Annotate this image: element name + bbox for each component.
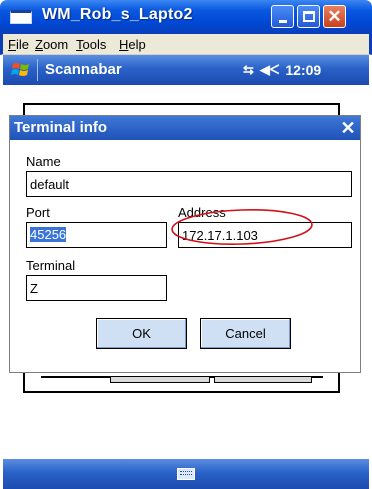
status-area: ⇆ ◀ᐸ 12:09 [243, 62, 321, 78]
device-screen: Scannabar ⇆ ◀ᐸ 12:09 Terminal info ✕ Nam… [3, 55, 369, 489]
terminal-label: Terminal [26, 258, 76, 273]
ok-button[interactable]: OK [96, 318, 187, 349]
close-icon: ✕ [340, 118, 356, 138]
window-title: WM_Rob_s_Lapto2 [42, 6, 193, 23]
clock[interactable]: 12:09 [285, 62, 321, 78]
device-soft-key-bar [3, 459, 369, 489]
keyboard-icon[interactable] [177, 468, 195, 480]
minimize-icon [278, 19, 287, 23]
maximize-icon [302, 11, 315, 22]
address-field[interactable] [178, 222, 352, 248]
name-field[interactable] [26, 171, 352, 197]
minimize-button[interactable] [271, 5, 294, 28]
close-icon: ✕ [327, 7, 342, 26]
window-title-bar: WM_Rob_s_Lapto2 ✕ [0, 0, 372, 34]
menu-tools[interactable]: Tools [76, 37, 106, 52]
windows-flag-icon[interactable] [11, 61, 31, 79]
app-title: Scannabar [45, 61, 122, 78]
port-value: 45256 [30, 227, 67, 242]
address-label: Address [178, 205, 226, 220]
maximize-button[interactable] [297, 5, 320, 28]
dialog-close-button[interactable]: ✕ [338, 118, 358, 138]
port-label: Port [26, 205, 50, 220]
dialog-title-bar: Terminal info ✕ [10, 116, 360, 140]
menu-zoom[interactable]: Zoom [35, 37, 68, 52]
terminal-field[interactable] [26, 275, 167, 301]
connectivity-icon[interactable]: ⇆ [243, 62, 254, 78]
terminal-info-dialog: Terminal info ✕ Name Port 45256 Address … [9, 115, 361, 373]
device-taskbar: Scannabar ⇆ ◀ᐸ 12:09 [3, 55, 369, 85]
window-close-button[interactable]: ✕ [323, 5, 346, 28]
cancel-button[interactable]: Cancel [200, 318, 291, 349]
menu-help[interactable]: Help [119, 37, 146, 52]
background-tab-left [110, 377, 210, 383]
dialog-title: Terminal info [14, 119, 108, 136]
background-tab-right [214, 377, 312, 383]
menu-file[interactable]: File [8, 37, 29, 52]
window-icon [10, 10, 32, 24]
name-label: Name [26, 154, 61, 169]
taskbar-separator [37, 59, 38, 81]
menu-bar: File Zoom Tools Help [0, 34, 372, 55]
port-field[interactable]: 45256 [26, 222, 167, 248]
volume-icon[interactable]: ◀ᐸ [260, 62, 279, 78]
